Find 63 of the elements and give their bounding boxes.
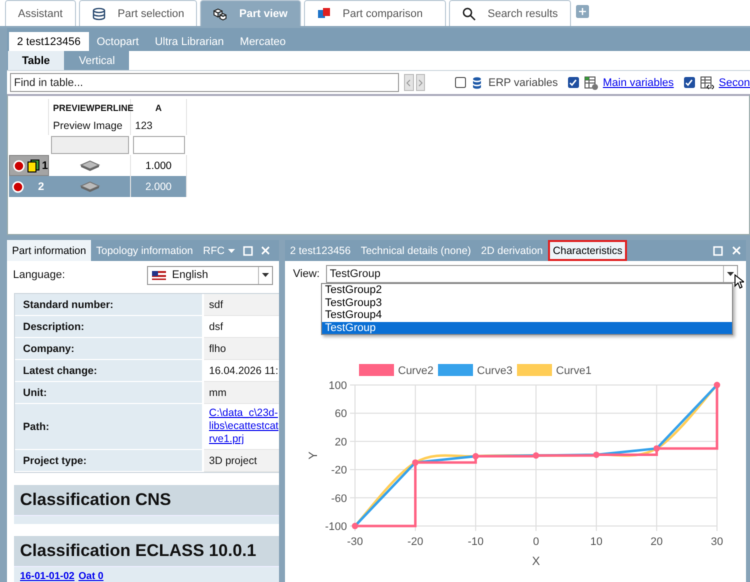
legend-label: Curve3 bbox=[477, 365, 512, 377]
info-label: Path: bbox=[15, 404, 204, 450]
info-label: Standard number: bbox=[15, 294, 204, 316]
column-header: PREVIEWPERLINE bbox=[49, 99, 131, 117]
view-dropdown[interactable]: TestGroup bbox=[326, 265, 738, 283]
panel-tab[interactable]: Part information bbox=[7, 240, 92, 261]
search-field[interactable]: Find in table... bbox=[10, 73, 399, 92]
panel-tab[interactable]: Characteristics bbox=[548, 240, 628, 261]
row-header[interactable]: 1 bbox=[9, 155, 49, 176]
view-tab[interactable]: Table bbox=[7, 51, 64, 70]
view-label: View: bbox=[293, 268, 320, 280]
column-description: 123 bbox=[131, 117, 187, 135]
language-dropdown[interactable]: English bbox=[147, 266, 273, 284]
row-number: 2 bbox=[38, 180, 44, 192]
info-value: 16.04.2026 11: bbox=[209, 364, 278, 376]
x-tick-label: 20 bbox=[650, 536, 663, 548]
language-label: Language: bbox=[13, 269, 65, 281]
info-value: sdf bbox=[209, 298, 224, 310]
info-label: Project type: bbox=[15, 450, 204, 472]
dropdown-option[interactable]: TestGroup3 bbox=[322, 296, 732, 309]
classification-heading: Classification CNS bbox=[14, 485, 279, 516]
checkbox-label: ERP variables bbox=[488, 76, 558, 88]
info-value: mm bbox=[209, 386, 226, 398]
x-tick-label: -30 bbox=[347, 536, 363, 548]
info-label: Unit: bbox=[15, 382, 204, 404]
info-label: Description: bbox=[15, 316, 204, 338]
document-tab[interactable]: 2 test123456 bbox=[9, 32, 89, 51]
y-tick-label: 60 bbox=[334, 408, 347, 420]
info-label: Latest change: bbox=[15, 360, 204, 382]
variables-link[interactable]: Secon bbox=[718, 76, 750, 88]
dropdown-option[interactable]: TestGroup bbox=[322, 322, 732, 334]
y-tick-label: -60 bbox=[331, 492, 347, 505]
x-tick-label: -10 bbox=[468, 536, 484, 548]
y-tick-label: -100 bbox=[324, 521, 347, 533]
info-value: dsf bbox=[209, 320, 224, 332]
main-tab[interactable]: Part selection bbox=[78, 0, 198, 26]
info-label: Company: bbox=[15, 338, 204, 360]
table-cell: 2.000 bbox=[131, 176, 187, 197]
x-axis-title: X bbox=[532, 554, 540, 568]
main-tab[interactable]: Search results bbox=[448, 0, 571, 26]
classification-heading: Classification ECLASS 10.0.1 bbox=[14, 536, 279, 567]
y-tick-label: 20 bbox=[334, 436, 347, 448]
y-axis-title: Y bbox=[306, 452, 320, 460]
column-description: Preview Image bbox=[49, 117, 131, 135]
dropdown-option[interactable]: TestGroup4 bbox=[322, 309, 732, 322]
dropdown-option[interactable]: TestGroup2 bbox=[322, 284, 732, 296]
y-tick-label: -20 bbox=[331, 464, 347, 477]
classification-link[interactable]: Oat 0 bbox=[78, 571, 104, 582]
y-tick-label: 100 bbox=[328, 380, 347, 392]
legend-label: Curve1 bbox=[556, 365, 592, 377]
info-value: flho bbox=[209, 342, 226, 354]
classification-link[interactable]: 16-01-01-02 bbox=[20, 571, 74, 582]
main-tab[interactable]: Part comparison bbox=[304, 0, 446, 26]
main-tab[interactable]: Assistant bbox=[5, 0, 76, 26]
x-tick-label: 30 bbox=[710, 536, 724, 548]
variables-link[interactable]: Main variables bbox=[602, 76, 674, 88]
x-tick-label: 10 bbox=[590, 536, 602, 548]
x-tick-label: -20 bbox=[407, 536, 424, 548]
info-value: 3D project bbox=[209, 454, 257, 466]
legend-label: Curve2 bbox=[398, 365, 434, 377]
row-number: 1 bbox=[42, 160, 48, 172]
path-link[interactable]: C:\data_c\23d- libs\ecattestcat rve1.prj bbox=[209, 407, 278, 446]
x-tick-label: 0 bbox=[532, 536, 540, 548]
